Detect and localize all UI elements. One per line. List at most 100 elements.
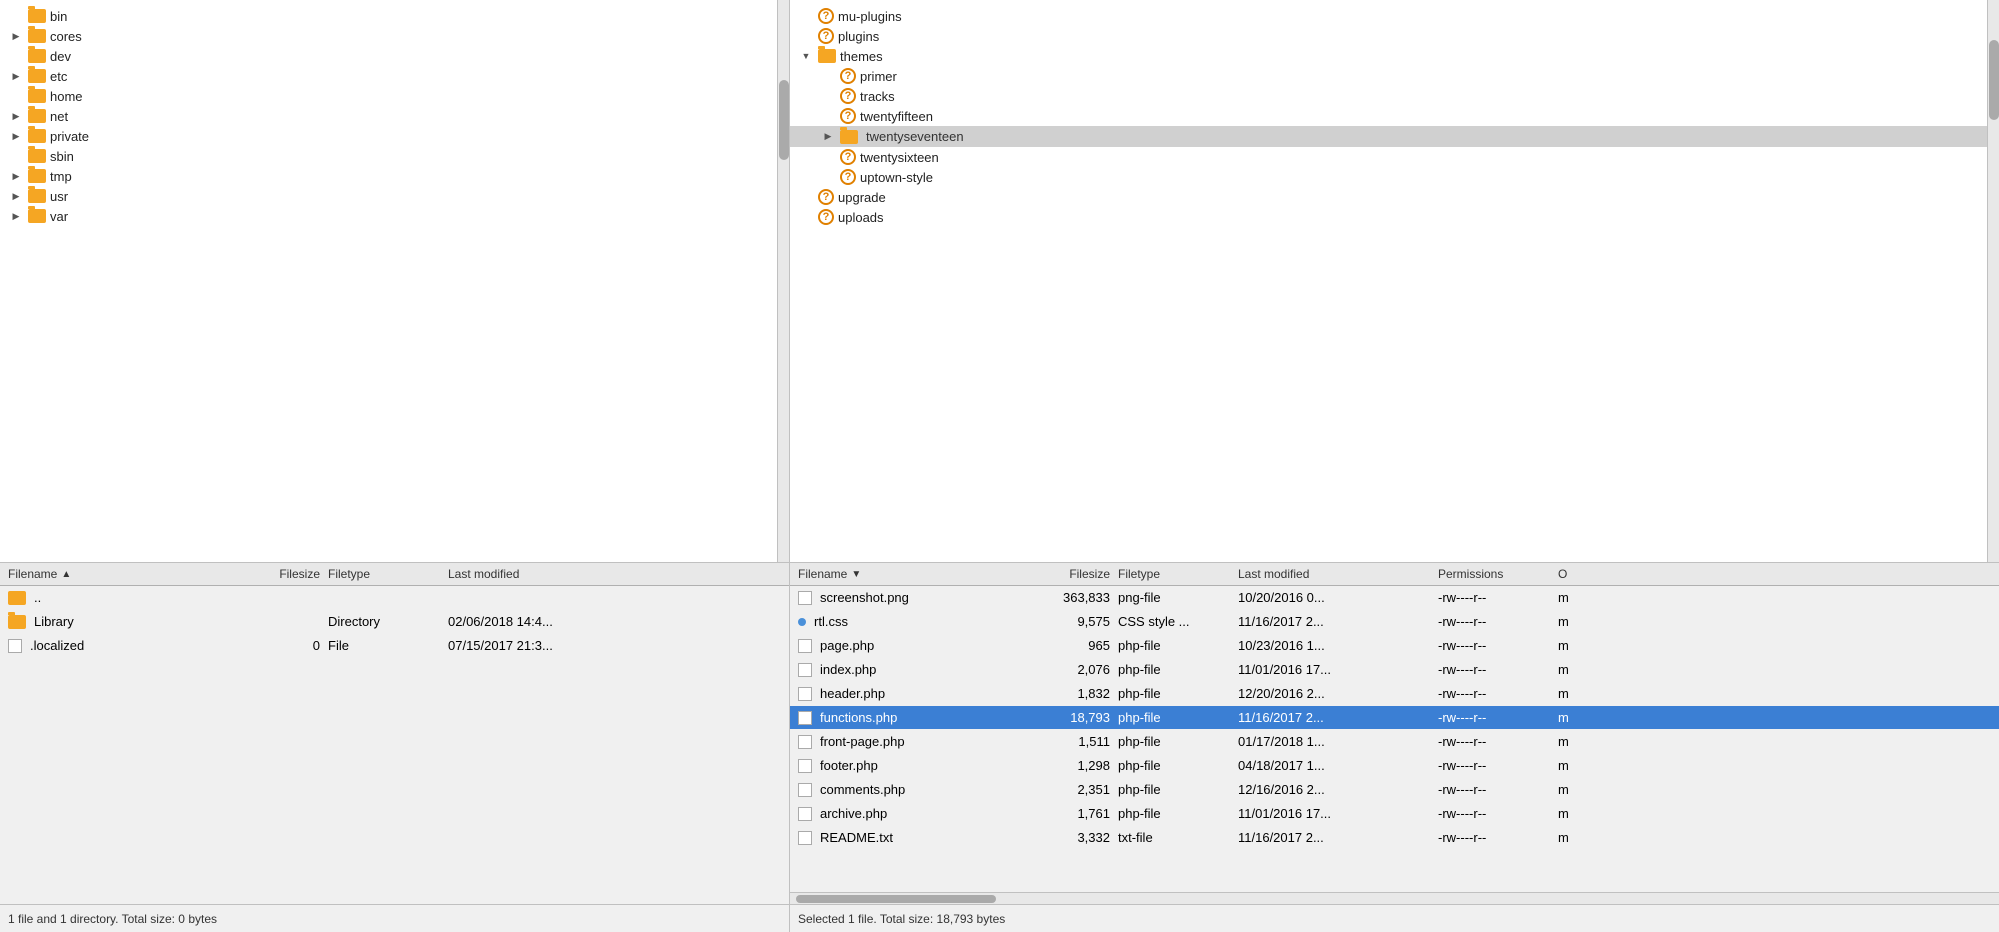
expander-icon[interactable]: [8, 68, 24, 84]
right-tree[interactable]: ?mu-plugins?pluginsthemes?primer?tracks?…: [790, 0, 1987, 562]
file-name-label: comments.php: [820, 782, 905, 797]
left-tree-item-usr[interactable]: usr: [0, 186, 777, 206]
right-col-filetype[interactable]: Filetype: [1118, 567, 1238, 581]
left-col-filetype[interactable]: Filetype: [328, 567, 448, 581]
left-tree-item-dev[interactable]: dev: [0, 46, 777, 66]
file-name-label: page.php: [820, 638, 874, 653]
left-tree-item-private[interactable]: private: [0, 126, 777, 146]
right-tree-item-upgrade[interactable]: ?upgrade: [790, 187, 1987, 207]
left-col-filename[interactable]: Filename ▲: [8, 567, 208, 581]
right-tree-item-primer[interactable]: ?primer: [790, 66, 1987, 86]
left-file-row[interactable]: ..: [0, 586, 789, 610]
file-owner-label: m: [1558, 614, 1638, 629]
expander-icon[interactable]: [8, 208, 24, 224]
file-lastmod-label: 01/17/2018 1...: [1238, 734, 1438, 749]
right-col-owner[interactable]: O: [1558, 567, 1638, 581]
right-file-row[interactable]: rtl.css9,575CSS style ...11/16/2017 2...…: [790, 610, 1999, 634]
right-file-row[interactable]: comments.php2,351php-file12/16/2016 2...…: [790, 778, 1999, 802]
right-col-filesize[interactable]: Filesize: [998, 567, 1118, 581]
left-tree-item-tmp[interactable]: tmp: [0, 166, 777, 186]
file-size-label: 2,351: [998, 782, 1118, 797]
file-name-label: README.txt: [820, 830, 893, 845]
tree-item-label: net: [50, 109, 68, 124]
right-file-row[interactable]: screenshot.png363,833png-file10/20/2016 …: [790, 586, 1999, 610]
file-type-label: txt-file: [1118, 830, 1238, 845]
left-col-filesize[interactable]: Filesize: [208, 567, 328, 581]
file-owner-label: m: [1558, 662, 1638, 677]
tree-item-label: usr: [50, 189, 68, 204]
right-tree-item-twentyfifteen[interactable]: ?twentyfifteen: [790, 106, 1987, 126]
file-owner-label: m: [1558, 806, 1638, 821]
file-name-label: rtl.css: [814, 614, 848, 629]
right-file-row[interactable]: index.php2,076php-file11/01/2016 17...-r…: [790, 658, 1999, 682]
right-col-filename[interactable]: Filename ▼: [798, 567, 998, 581]
right-horizontal-scrollbar[interactable]: [790, 892, 1999, 904]
file-permissions-label: -rw----r--: [1438, 782, 1558, 797]
right-file-row[interactable]: footer.php1,298php-file04/18/2017 1...-r…: [790, 754, 1999, 778]
expander-icon[interactable]: [8, 28, 24, 44]
left-tree-item-home[interactable]: home: [0, 86, 777, 106]
right-tree-item-themes[interactable]: themes: [790, 46, 1987, 66]
file-type-label: png-file: [1118, 590, 1238, 605]
expander-icon[interactable]: [798, 48, 814, 64]
expander-icon[interactable]: [8, 128, 24, 144]
file-type-label: php-file: [1118, 758, 1238, 773]
left-tree-item-cores[interactable]: cores: [0, 26, 777, 46]
file-permissions-label: -rw----r--: [1438, 710, 1558, 725]
left-tree-item-bin[interactable]: bin: [0, 6, 777, 26]
file-lastmod-label: 11/01/2016 17...: [1238, 662, 1438, 677]
right-file-row[interactable]: archive.php1,761php-file11/01/2016 17...…: [790, 802, 1999, 826]
left-tree-item-etc[interactable]: etc: [0, 66, 777, 86]
file-permissions-label: -rw----r--: [1438, 590, 1558, 605]
file-type-label: php-file: [1118, 686, 1238, 701]
left-col-lastmod[interactable]: Last modified: [448, 567, 648, 581]
tree-item-label: twentyseventeen: [862, 128, 968, 145]
right-tree-item-plugins[interactable]: ?plugins: [790, 26, 1987, 46]
left-file-row[interactable]: LibraryDirectory02/06/2018 14:4...: [0, 610, 789, 634]
left-tree-item-sbin[interactable]: sbin: [0, 146, 777, 166]
file-lastmod-label: 04/18/2017 1...: [1238, 758, 1438, 773]
tree-item-label: bin: [50, 9, 67, 24]
file-name-label: .localized: [30, 638, 84, 653]
tree-item-label: twentysixteen: [860, 150, 939, 165]
left-tree[interactable]: bin coresdevetchome net privatesbintmp usr va…: [0, 0, 777, 562]
expander-icon: [8, 88, 24, 104]
right-file-row[interactable]: functions.php18,793php-file11/16/2017 2.…: [790, 706, 1999, 730]
right-tree-item-uploads[interactable]: ?uploads: [790, 207, 1987, 227]
expander-icon[interactable]: [820, 129, 836, 145]
left-tree-item-var[interactable]: var: [0, 206, 777, 226]
file-size-label: 363,833: [998, 590, 1118, 605]
left-file-list[interactable]: ..LibraryDirectory02/06/2018 14:4....loc…: [0, 586, 789, 904]
file-lastmod-label: 11/16/2017 2...: [1238, 830, 1438, 845]
right-file-row[interactable]: README.txt3,332txt-file11/16/2017 2...-r…: [790, 826, 1999, 850]
expander-icon[interactable]: [8, 168, 24, 184]
right-tree-item-twentyseventeen[interactable]: twentyseventeen: [790, 126, 1987, 147]
file-size-label: 1,761: [998, 806, 1118, 821]
file-icon: [798, 687, 812, 701]
file-owner-label: m: [1558, 734, 1638, 749]
left-tree-item-net[interactable]: net: [0, 106, 777, 126]
folder-icon: [28, 209, 46, 223]
left-status-bar: 1 file and 1 directory. Total size: 0 by…: [0, 904, 789, 932]
question-icon: ?: [840, 169, 856, 185]
right-tree-item-tracks[interactable]: ?tracks: [790, 86, 1987, 106]
h-scroll-thumb[interactable]: [796, 895, 996, 903]
file-type-label: php-file: [1118, 734, 1238, 749]
right-col-lastmod[interactable]: Last modified: [1238, 567, 1438, 581]
right-file-list[interactable]: screenshot.png363,833png-file10/20/2016 …: [790, 586, 1999, 892]
file-size-label: 18,793: [998, 710, 1118, 725]
right-file-row[interactable]: page.php965php-file10/23/2016 1...-rw---…: [790, 634, 1999, 658]
right-file-row[interactable]: header.php1,832php-file12/20/2016 2...-r…: [790, 682, 1999, 706]
right-tree-item-uptown-style[interactable]: ?uptown-style: [790, 167, 1987, 187]
right-tree-item-mu-plugins[interactable]: ?mu-plugins: [790, 6, 1987, 26]
left-file-row[interactable]: .localized0File07/15/2017 21:3...: [0, 634, 789, 658]
right-col-permissions[interactable]: Permissions: [1438, 567, 1558, 581]
expander-icon[interactable]: [8, 188, 24, 204]
expander-icon[interactable]: [8, 108, 24, 124]
right-tree-item-twentysixteen[interactable]: ?twentysixteen: [790, 147, 1987, 167]
file-lastmod-label: 12/20/2016 2...: [1238, 686, 1438, 701]
right-file-row[interactable]: front-page.php1,511php-file01/17/2018 1.…: [790, 730, 1999, 754]
file-type-label: php-file: [1118, 662, 1238, 677]
left-file-table-header: Filename ▲ Filesize Filetype Last modifi…: [0, 563, 789, 586]
tree-item-label: plugins: [838, 29, 879, 44]
